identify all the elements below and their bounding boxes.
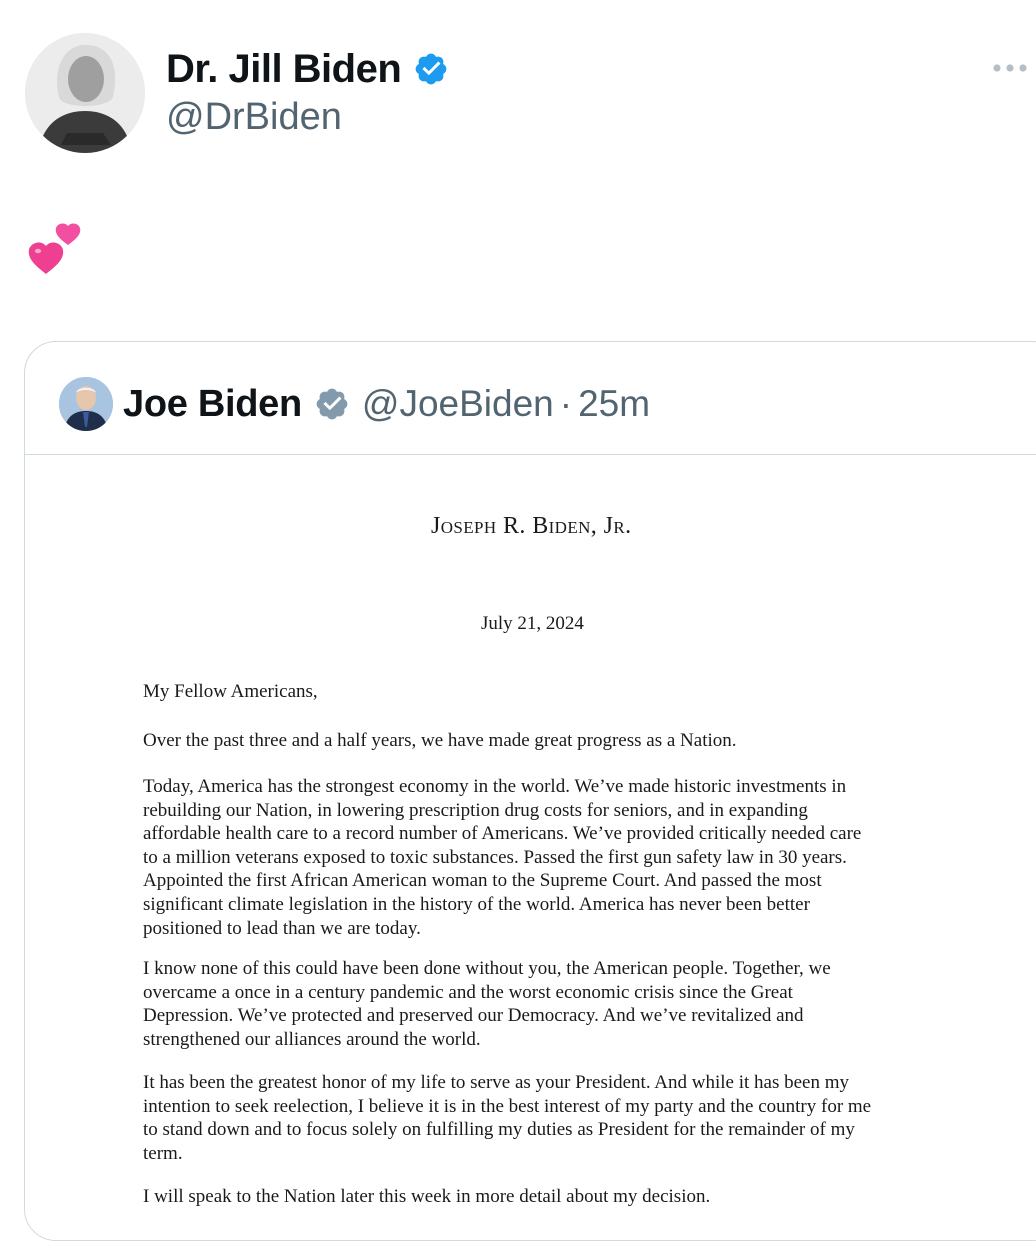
- letter-line: affordable health care to a record numbe…: [143, 823, 862, 845]
- government-verified-badge-icon[interactable]: [314, 386, 350, 422]
- letter-line: overcame a once in a century pandemic an…: [143, 981, 793, 1003]
- quoted-post-header: Joe Biden @JoeBiden · 25m: [59, 376, 650, 432]
- letter-paragraph: I will speak to the Nation later this we…: [143, 1185, 943, 1209]
- quoted-author-handle[interactable]: @JoeBiden: [362, 383, 554, 425]
- quoted-author-photo: [59, 377, 113, 431]
- author-photo: [25, 33, 145, 153]
- quoted-author-avatar[interactable]: [59, 377, 113, 431]
- two-hearts-emoji: 💕: [28, 222, 82, 278]
- letter-line: rebuilding our Nation, in lowering presc…: [143, 799, 808, 821]
- verified-badge-icon[interactable]: [413, 51, 449, 87]
- two-hearts-icon: [28, 223, 81, 274]
- letter-line: It has been the greatest honor of my lif…: [143, 1072, 849, 1093]
- letter-line: I will speak to the Nation later this we…: [143, 1186, 711, 1207]
- letter-line: Appointed the first African American wom…: [143, 870, 822, 892]
- letter-line: Depression. We’ve protected and preserve…: [143, 1005, 804, 1027]
- post-text: 💕: [28, 222, 29, 223]
- author-handle[interactable]: @DrBiden: [166, 96, 342, 139]
- separator-dot: ·: [559, 383, 573, 424]
- quoted-author-name[interactable]: Joe Biden: [123, 383, 302, 426]
- letter-line: to stand down and to focus solely on ful…: [143, 1119, 855, 1141]
- author-name-row: Dr. Jill Biden: [166, 44, 449, 94]
- more-options-icon[interactable]: [990, 58, 1030, 78]
- letter-line: intention to seek reelection, I believe …: [143, 1095, 872, 1117]
- letter-image[interactable]: Joseph R. Biden, Jr. July 21, 2024 My Fe…: [25, 454, 1036, 1240]
- letter-paragraph: Today, America has the strongest economy…: [143, 775, 943, 940]
- letter-line: positioned to lead than we are today.: [143, 917, 421, 939]
- letter-line: significant climate legislation in the h…: [143, 893, 810, 915]
- letter-paragraph: I know none of this could have been done…: [143, 957, 943, 1051]
- author-name[interactable]: Dr. Jill Biden: [166, 47, 402, 92]
- letter-line: Over the past three and a half years, we…: [143, 730, 737, 751]
- letter-line: term.: [143, 1142, 183, 1164]
- letter-line: to a million veterans exposed to toxic s…: [143, 846, 847, 868]
- letter-date: July 21, 2024: [481, 613, 584, 634]
- author-avatar[interactable]: [25, 33, 145, 153]
- letter-line: I know none of this could have been done…: [143, 958, 831, 979]
- letter-salutation: My Fellow Americans,: [143, 681, 318, 702]
- quoted-post-timestamp[interactable]: 25m: [578, 383, 650, 425]
- letter-line: Today, America has the strongest economy…: [143, 776, 847, 797]
- letter-line: strengthened our alliances around the wo…: [143, 1028, 481, 1050]
- letter-paragraph: It has been the greatest honor of my lif…: [143, 1071, 943, 1165]
- letterhead: Joseph R. Biden, Jr.: [431, 513, 632, 539]
- quoted-post-card[interactable]: Joe Biden @JoeBiden · 25m Joseph R. Bide…: [24, 341, 1036, 1241]
- letter-paragraph: Over the past three and a half years, we…: [143, 729, 943, 753]
